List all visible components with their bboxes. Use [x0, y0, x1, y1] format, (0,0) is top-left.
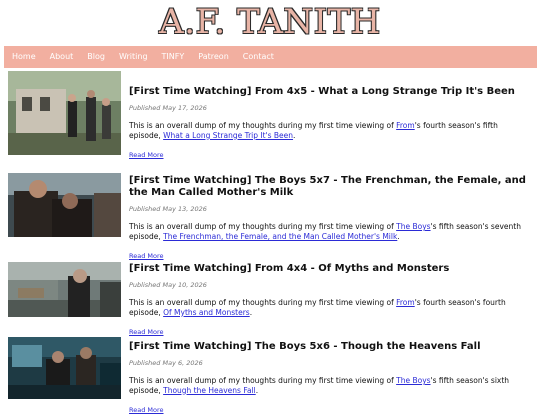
site-logo[interactable]: A.F. TANITH [0, 2, 540, 42]
excerpt-text: . [397, 231, 400, 241]
episode-link[interactable]: The Frenchman, the Female, and the Man C… [163, 232, 397, 241]
show-link[interactable]: From [396, 298, 415, 307]
post-date: Published May 17, 2026 [129, 104, 207, 112]
main-nav: Home About Blog Writing TINFY Patreon Co… [4, 46, 537, 68]
post-thumbnail[interactable] [8, 262, 121, 317]
nav-contact[interactable]: Contact [236, 46, 281, 68]
post-content: [First Time Watching] From 4x4 - Of Myth… [129, 262, 529, 338]
excerpt-text: . [293, 130, 296, 140]
post-title[interactable]: [First Time Watching] From 4x5 - What a … [129, 86, 529, 98]
post-title[interactable]: [First Time Watching] From 4x4 - Of Myth… [129, 263, 529, 275]
post-content: [First Time Watching] The Boys 5x6 - Tho… [129, 337, 529, 416]
episode-link[interactable]: Of Myths and Monsters [163, 308, 250, 317]
excerpt-text: . [249, 307, 253, 317]
post-thumbnail[interactable] [8, 337, 121, 399]
episode-link[interactable]: What a Long Strange Trip It's Been [163, 131, 293, 140]
site-header: A.F. TANITH [0, 0, 540, 44]
post-date: Published May 6, 2026 [129, 359, 203, 367]
excerpt-text: . [255, 385, 259, 395]
nav-writing[interactable]: Writing [112, 46, 155, 68]
read-more-link[interactable]: Read More [129, 406, 164, 414]
show-link[interactable]: From [396, 121, 415, 130]
nav-about[interactable]: About [43, 46, 81, 68]
nav-blog[interactable]: Blog [80, 46, 112, 68]
read-more-link[interactable]: Read More [129, 252, 164, 260]
nav-tinfy[interactable]: TINFY [155, 46, 192, 68]
excerpt-text: This is an overall dump of my thoughts d… [129, 222, 397, 231]
excerpt-text: This is an overall dump of my thoughts d… [129, 298, 397, 307]
post-excerpt: This is an overall dump of my thoughts d… [129, 121, 529, 140]
post-excerpt: This is an overall dump of my thoughts d… [129, 376, 529, 395]
read-more-link[interactable]: Read More [129, 151, 164, 159]
post-excerpt: This is an overall dump of my thoughts d… [129, 222, 529, 241]
post-content: [First Time Watching] From 4x5 - What a … [129, 71, 529, 161]
post-thumbnail[interactable] [8, 173, 121, 237]
nav-patreon[interactable]: Patreon [191, 46, 236, 68]
excerpt-text: This is an overall dump of my thoughts d… [129, 376, 397, 385]
show-link[interactable]: The Boys [396, 376, 430, 385]
post-content: [First Time Watching] The Boys 5x7 - The… [129, 173, 529, 262]
post-title[interactable]: [First Time Watching] The Boys 5x6 - Tho… [129, 341, 529, 353]
read-more-link[interactable]: Read More [129, 328, 164, 336]
post-thumbnail[interactable] [8, 71, 121, 155]
episode-link[interactable]: Though the Heavens Fall [163, 386, 256, 395]
post-title[interactable]: [First Time Watching] The Boys 5x7 - The… [129, 175, 529, 199]
post-date: Published May 10, 2026 [129, 281, 207, 289]
show-link[interactable]: The Boys [396, 222, 430, 231]
post-date: Published May 13, 2026 [129, 205, 207, 213]
post-excerpt: This is an overall dump of my thoughts d… [129, 298, 529, 317]
excerpt-text: This is an overall dump of my thoughts d… [129, 121, 397, 130]
nav-home[interactable]: Home [4, 46, 43, 68]
